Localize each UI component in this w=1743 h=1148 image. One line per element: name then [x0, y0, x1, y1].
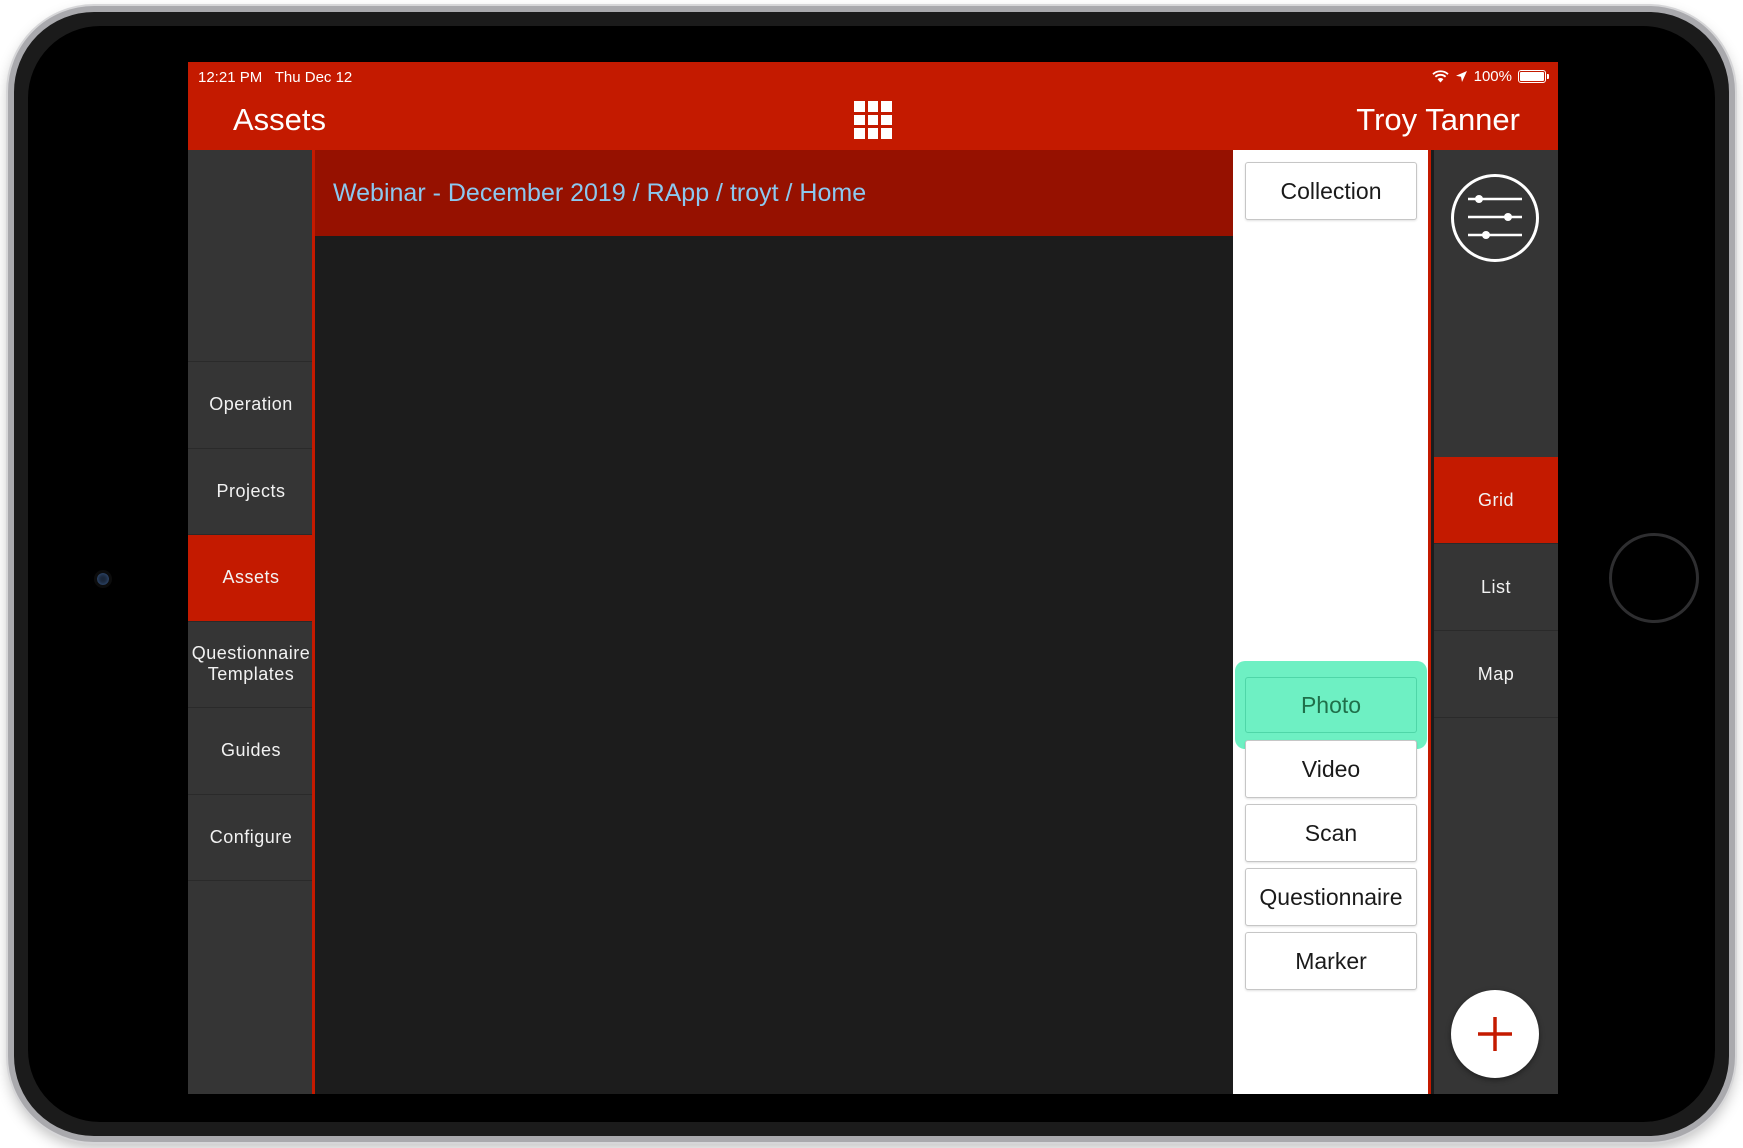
add-button[interactable] [1451, 990, 1539, 1078]
view-list-button[interactable]: List [1434, 544, 1558, 631]
battery-icon [1518, 70, 1549, 83]
asset-content-area [315, 236, 1233, 1094]
photo-button[interactable]: Photo [1235, 661, 1427, 749]
asset-type-panel: Collection Photo Video Scan Questionnair… [1233, 150, 1431, 1094]
breadcrumb[interactable]: Webinar - December 2019 / RApp / troyt /… [333, 179, 866, 208]
sidebar-spacer [188, 150, 314, 362]
sidebar-item-questionnaire-templates[interactable]: Questionnaire Templates [188, 622, 314, 708]
filter-button[interactable] [1451, 174, 1539, 262]
questionnaire-button[interactable]: Questionnaire [1245, 868, 1417, 926]
sidebar-item-guides[interactable]: Guides [188, 708, 314, 795]
grid-icon[interactable] [854, 101, 892, 139]
status-bar-indicators: 100% [1432, 68, 1549, 85]
photo-button-label: Photo [1300, 691, 1362, 718]
video-button[interactable]: Video [1245, 740, 1417, 798]
status-bar-time: 12:21 PM Thu Dec 12 [198, 69, 353, 86]
sidebar-item-configure[interactable]: Configure [188, 795, 314, 881]
marker-button[interactable]: Marker [1245, 932, 1417, 990]
plus-icon [1478, 1017, 1512, 1051]
view-map-button[interactable]: Map [1434, 631, 1558, 718]
sidebar-item-projects[interactable]: Projects [188, 449, 314, 535]
battery-percent: 100% [1473, 68, 1512, 85]
front-camera [94, 570, 112, 588]
page-title: Assets [233, 102, 327, 137]
view-grid-button[interactable]: Grid [1434, 457, 1558, 544]
app-header: 12:21 PM Thu Dec 12 100% Assets Troy Tan… [188, 62, 1558, 150]
breadcrumb-bar: Webinar - December 2019 / RApp / troyt /… [315, 150, 1233, 236]
sliders-icon [1468, 195, 1522, 239]
sidebar-item-operation[interactable]: Operation [188, 362, 314, 449]
user-name[interactable]: Troy Tanner [1356, 102, 1520, 138]
app-screen: 12:21 PM Thu Dec 12 100% Assets Troy Tan… [188, 62, 1558, 1094]
view-mode-rail: Grid List Map [1434, 150, 1558, 1094]
home-button[interactable] [1609, 533, 1699, 623]
scan-button[interactable]: Scan [1245, 804, 1417, 862]
sidebar-item-assets[interactable]: Assets [188, 535, 314, 622]
sidebar: Operation Projects Assets Questionnaire … [188, 150, 314, 1094]
location-arrow-icon [1455, 71, 1467, 82]
wifi-icon [1432, 70, 1449, 83]
collection-button[interactable]: Collection [1245, 162, 1417, 220]
